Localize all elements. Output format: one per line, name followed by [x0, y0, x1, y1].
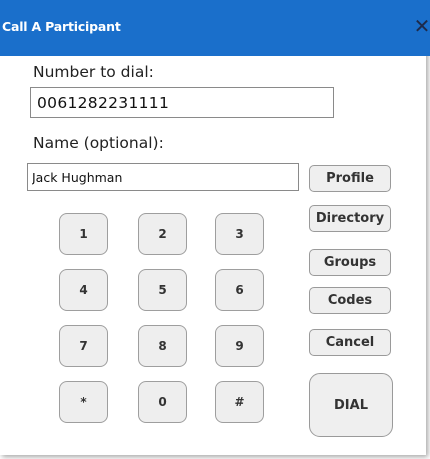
key-9[interactable]: 9 [215, 325, 264, 367]
dial-button[interactable]: DIAL [309, 373, 393, 437]
key-3[interactable]: 3 [215, 213, 264, 255]
dialog-title: Call A Participant [2, 19, 121, 34]
key-2[interactable]: 2 [138, 213, 187, 255]
number-field[interactable] [30, 87, 334, 118]
key-4[interactable]: 4 [59, 269, 108, 311]
profile-button[interactable]: Profile [309, 165, 391, 192]
name-field[interactable] [27, 163, 299, 191]
groups-button[interactable]: Groups [309, 249, 391, 276]
name-label: Name (optional): [33, 134, 164, 152]
codes-button[interactable]: Codes [309, 287, 391, 314]
close-icon[interactable]: ✕ [412, 14, 430, 38]
key-5[interactable]: 5 [138, 269, 187, 311]
number-label: Number to dial: [33, 63, 154, 81]
key-1[interactable]: 1 [59, 213, 108, 255]
key-8[interactable]: 8 [138, 325, 187, 367]
key-hash[interactable]: # [215, 381, 264, 423]
dialog-titlebar: Call A Participant ✕ [0, 0, 430, 56]
key-0[interactable]: 0 [138, 381, 187, 423]
key-7[interactable]: 7 [59, 325, 108, 367]
directory-button[interactable]: Directory [309, 205, 391, 232]
key-6[interactable]: 6 [215, 269, 264, 311]
cancel-button[interactable]: Cancel [309, 329, 391, 356]
key-star[interactable]: * [59, 381, 108, 423]
call-participant-dialog: Call A Participant ✕ Number to dial: Nam… [0, 0, 430, 455]
